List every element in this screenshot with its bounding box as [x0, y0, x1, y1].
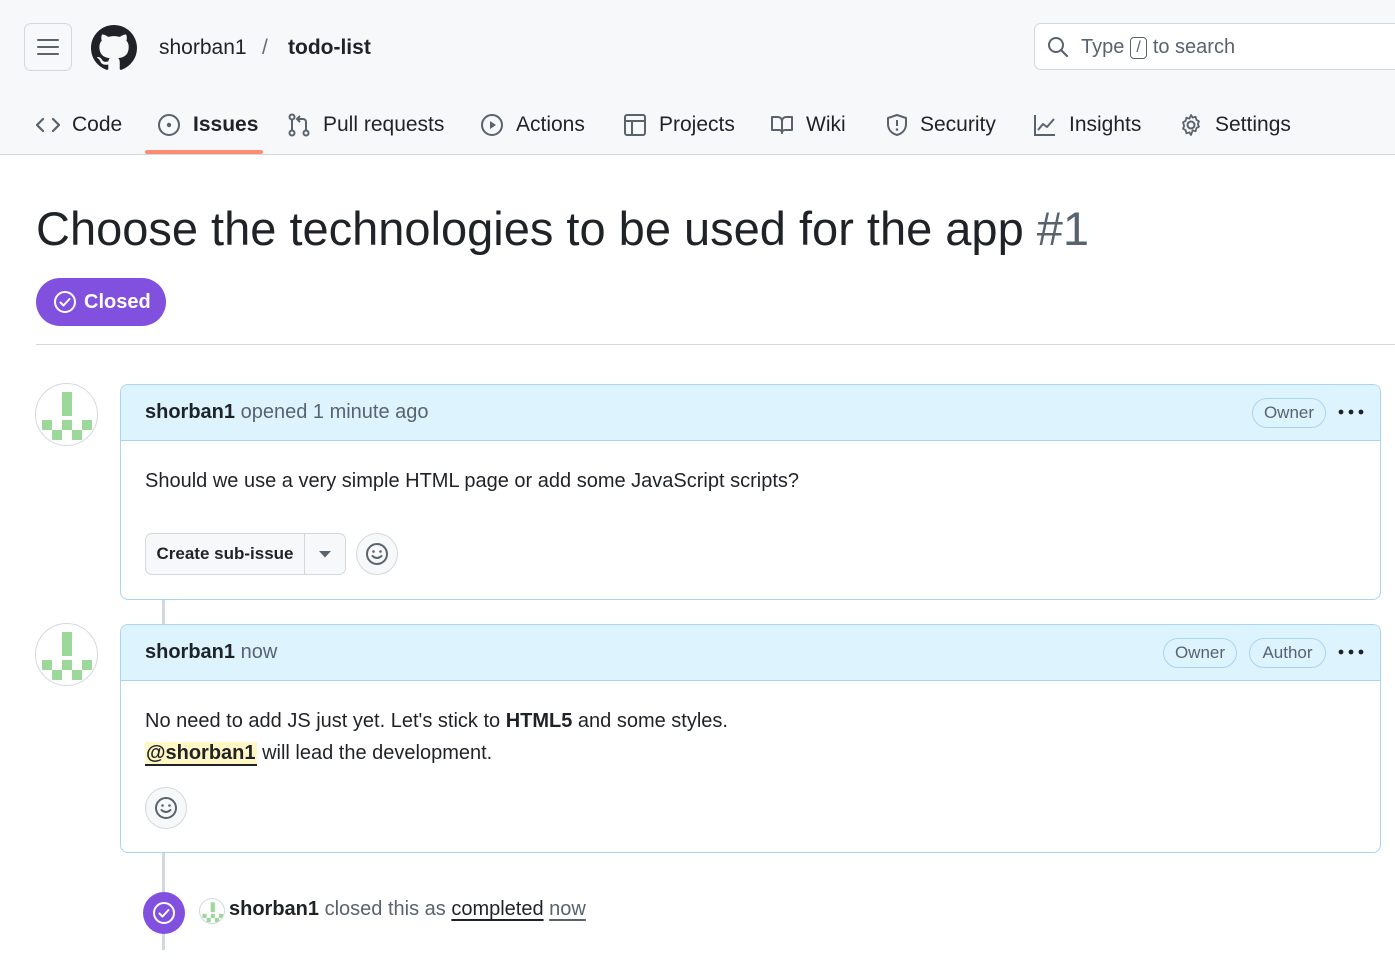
comment-body: No need to add JS just yet. Let's stick … [121, 681, 1380, 852]
avatar[interactable] [35, 623, 98, 686]
comment-options-button[interactable] [1336, 397, 1366, 427]
user-mention-link[interactable]: @shorban1 [145, 742, 257, 766]
title-divider [36, 344, 1395, 345]
event-actor[interactable]: shorban1 [229, 898, 319, 920]
search-placeholder-suffix: to search [1152, 36, 1236, 58]
breadcrumb-repo[interactable]: todo-list [288, 34, 371, 62]
comment-text-line: @shorban1 will lead the development. [145, 742, 493, 766]
github-logo-icon[interactable] [91, 25, 137, 71]
breadcrumb-owner[interactable]: shorban1 [159, 34, 247, 62]
search-placeholder-prefix: Type [1081, 36, 1125, 58]
gear-icon [1182, 114, 1200, 136]
graph-icon [1034, 115, 1055, 136]
tab-label: Pull requests [323, 113, 445, 136]
comment-timestamp[interactable]: now [241, 641, 278, 663]
shield-icon [887, 114, 907, 136]
comment-text: No need to add JS just yet. Let's stick … [145, 710, 501, 732]
tab-code[interactable]: Code [36, 96, 122, 154]
comment-text: will lead the development. [262, 742, 493, 764]
issue-number: #1 [1036, 202, 1090, 255]
search-input[interactable]: Type / to search [1034, 23, 1395, 70]
check-circle-icon [54, 291, 76, 313]
identicon-avatar-icon [202, 902, 224, 923]
identicon-avatar-icon [42, 392, 92, 440]
comment-bold-text: HTML5 [505, 710, 573, 732]
tab-insights[interactable]: Insights [1033, 96, 1141, 154]
comment-text: Should we use a very simple HTML page or… [145, 470, 799, 492]
search-icon [1048, 37, 1069, 58]
add-reaction-button[interactable] [145, 787, 187, 829]
comment-card: shorban1 now Owner Author No need to add… [120, 624, 1381, 853]
owner-label: Owner [1163, 638, 1237, 668]
create-sub-issue-button-group: Create sub-issue [145, 533, 346, 575]
tab-label: Actions [516, 113, 585, 136]
tab-label: Insights [1069, 113, 1142, 136]
kebab-horizontal-icon [1338, 409, 1364, 415]
comment-author: shorban1 opened 1 minute ago [145, 401, 429, 424]
tab-label: Security [920, 113, 996, 136]
comment-text: and some styles. [577, 710, 728, 732]
tab-settings[interactable]: Settings [1179, 96, 1291, 154]
repo-header: shorban1 / todo-list Type / to search Co… [0, 0, 1395, 155]
comment-author: shorban1 now [145, 641, 277, 664]
tab-projects[interactable]: Projects [623, 96, 735, 154]
owner-label: Owner [1252, 398, 1326, 428]
timeline-connector [162, 600, 165, 624]
kebab-horizontal-icon [1338, 649, 1364, 655]
avatar[interactable] [199, 898, 225, 924]
comment-timestamp[interactable]: opened 1 minute ago [241, 401, 429, 423]
author-label: Author [1249, 638, 1326, 668]
book-icon [771, 116, 793, 134]
menu-button[interactable] [24, 23, 72, 71]
smiley-icon [155, 797, 177, 819]
identicon-avatar-icon [42, 632, 92, 680]
close-reason-link[interactable]: completed [451, 898, 543, 920]
issue-opened-icon [158, 114, 180, 136]
status-label: Closed [84, 290, 151, 313]
event-timestamp[interactable]: now [549, 898, 586, 920]
tab-label: Settings [1215, 113, 1291, 136]
issue-title-text: Choose the technologies to be used for t… [36, 202, 1024, 255]
comment-header: shorban1 now Owner Author [121, 625, 1380, 681]
comment-options-button[interactable] [1336, 637, 1366, 667]
status-badge: Closed [36, 278, 166, 326]
create-sub-issue-button[interactable]: Create sub-issue [146, 534, 305, 574]
tab-label: Code [72, 113, 123, 136]
search-placeholder: Type / to search [1081, 36, 1235, 59]
play-icon [481, 114, 503, 136]
check-circle-icon [153, 902, 175, 924]
git-pull-request-icon [288, 113, 310, 137]
tab-label: Wiki [806, 113, 846, 136]
tab-pull-requests[interactable]: Pull requests [287, 96, 444, 154]
tab-actions[interactable]: Actions [480, 96, 585, 154]
event-text: closed this as [324, 898, 446, 920]
tab-label: Issues [193, 113, 259, 136]
comment-card: shorban1 opened 1 minute ago Owner Shoul… [120, 384, 1381, 600]
table-icon [624, 114, 646, 136]
author-name[interactable]: shorban1 [145, 641, 235, 663]
code-icon [36, 117, 60, 133]
avatar[interactable] [35, 383, 98, 446]
author-name[interactable]: shorban1 [145, 401, 235, 423]
comment-body: Should we use a very simple HTML page or… [121, 441, 1380, 599]
add-reaction-button[interactable] [356, 533, 398, 575]
search-shortcut-key: / [1130, 36, 1147, 59]
issue-title: Choose the technologies to be used for t… [36, 200, 1089, 258]
comment-header: shorban1 opened 1 minute ago Owner [121, 385, 1380, 441]
active-tab-indicator [145, 150, 263, 154]
tab-wiki[interactable]: Wiki [770, 96, 846, 154]
triangle-down-icon [319, 550, 331, 557]
smiley-icon [366, 543, 388, 565]
tab-label: Projects [659, 113, 735, 136]
breadcrumb-separator: / [262, 36, 268, 59]
tab-issues[interactable]: Issues [157, 96, 258, 154]
hamburger-icon [37, 39, 59, 55]
tab-security[interactable]: Security [886, 96, 996, 154]
closed-event-badge [143, 892, 185, 934]
sub-issue-dropdown-button[interactable] [305, 534, 345, 574]
closed-event: shorban1 closed this as completed now [229, 898, 586, 921]
comment-text-line: No need to add JS just yet. Let's stick … [145, 710, 728, 733]
